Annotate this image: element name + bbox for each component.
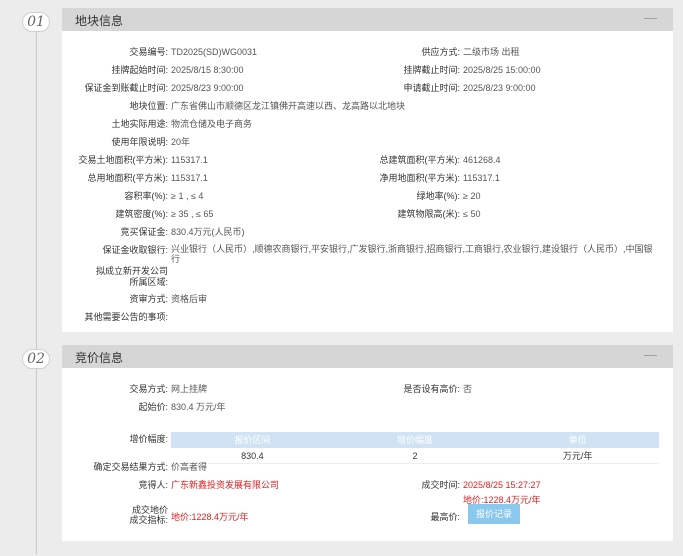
collapse-icon[interactable]: —	[644, 347, 657, 362]
land-info-card: 地块信息 — 交易编号: TD2025(SD)WG0031 挂牌起始时间: 2025/…	[62, 8, 673, 332]
right-field-label: 申请截止时间:	[403, 83, 460, 93]
left-field-label: 使用年限说明:	[111, 137, 168, 147]
right-field-value: 2025/8/23 9:00:00	[463, 83, 536, 93]
land-info-title: 地块信息	[75, 14, 124, 28]
max-price-label: 最高价:	[430, 512, 460, 522]
left-field-value: 20年	[171, 137, 191, 147]
right-field-value: 二级市场 出租	[463, 47, 520, 57]
right-field-value: 461268.4	[463, 155, 501, 165]
header-increment: 增价幅度	[397, 435, 434, 445]
start-price-label: 起始价:	[138, 402, 168, 412]
left-field-label: 土地实际用途:	[111, 119, 168, 129]
header-unit: 单位	[568, 435, 587, 445]
right-field-label: 总建筑面积(平方米):	[379, 155, 461, 165]
left-field-label: 地块位置:	[129, 101, 168, 111]
section-number-1: 01	[22, 12, 50, 32]
right-field-label: 挂牌截止时间:	[403, 65, 460, 75]
ceiling-value: 否	[463, 384, 473, 394]
result-mode-label: 确定交易结果方式:	[93, 462, 168, 472]
left-field-label: 所属区域:	[129, 277, 168, 287]
deal-time-label: 成交时间:	[421, 480, 460, 490]
left-field-label: 保证金收取银行:	[102, 245, 168, 255]
increment-label: 增价幅度:	[129, 434, 168, 444]
result-mode-value: 价高者得	[171, 462, 208, 472]
right-field-label: 供应方式:	[421, 47, 460, 57]
header-price-range: 报价区间	[234, 435, 271, 445]
timeline-line	[36, 20, 37, 554]
bidding-info-card: 竞价信息 — 交易方式: 网上挂牌 是否设有高价: 否 起始价: 830.4 万…	[62, 345, 673, 541]
cell-increment: 2	[412, 451, 418, 461]
start-price-value: 830.4 万元/年	[171, 402, 226, 412]
deal-time-value: 2025/8/25 15:27:27	[463, 480, 541, 490]
right-field-value: 2025/8/25 15:00:00	[463, 65, 541, 75]
table-row: 830.4 2 万元/年	[171, 448, 659, 464]
ceiling-label: 是否设有高价:	[403, 384, 460, 394]
section-number-2: 02	[22, 349, 50, 369]
table-header: 报价区间 增价幅度 单位	[171, 432, 659, 448]
right-field-value: 115317.1	[463, 173, 500, 183]
bidding-info-header[interactable]: 竞价信息 —	[62, 345, 673, 368]
left-field-label: 其他需要公告的事项:	[84, 312, 168, 322]
land-info-header[interactable]: 地块信息 —	[62, 8, 673, 31]
left-field-value: 物流仓储及电子商务	[171, 119, 253, 129]
left-field-value: 830.4万元(人民币)	[171, 227, 245, 237]
bidding-info-title: 竞价信息	[75, 351, 124, 365]
left-field-value: 广东省佛山市顺德区龙江镇佛开高速以西、龙高路以北地块	[171, 101, 406, 111]
collapse-icon[interactable]: —	[644, 10, 657, 25]
bid-record-button[interactable]: 报价记录	[468, 504, 520, 524]
right-field-label: 绿地率(%):	[416, 191, 461, 201]
left-field-label: 竞买保证金:	[120, 227, 168, 237]
cell-unit: 万元/年	[562, 451, 593, 461]
left-field-value: 资格后审	[171, 294, 208, 304]
right-field-label: 净用地面积(平方米):	[379, 173, 461, 183]
left-field-label: 资审方式:	[129, 294, 168, 304]
increment-table: 报价区间 增价幅度 单位 830.4 2 万元/年	[171, 432, 659, 464]
left-field-value: 兴业银行（人民币）,顺德农商银行,平安银行,广发银行,浙商银行,招商银行,工商银…	[171, 244, 653, 264]
right-field-value: ≥ 20	[463, 191, 481, 201]
right-field-label: 建筑物限高(米):	[397, 209, 461, 219]
right-field-value: ≤ 50	[463, 209, 481, 219]
